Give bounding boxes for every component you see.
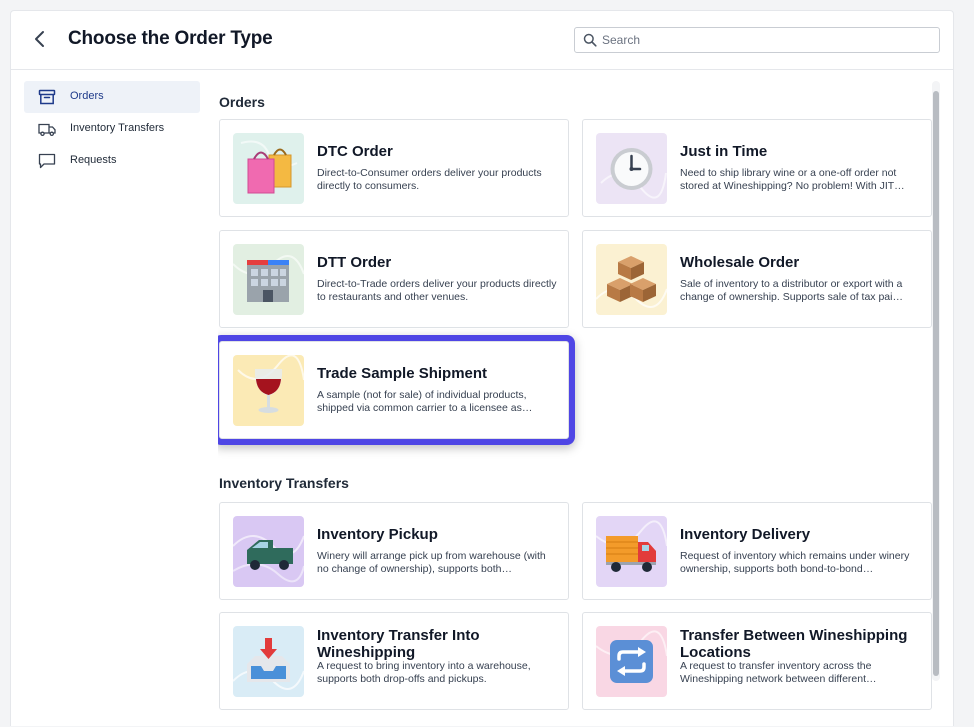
scrollbar-thumb[interactable] xyxy=(933,91,939,676)
chevron-left-icon xyxy=(35,31,44,47)
chat-bubble-icon xyxy=(38,153,56,169)
clock-icon xyxy=(596,133,667,204)
search-input[interactable] xyxy=(602,31,932,49)
sidebar-item-orders[interactable]: Orders xyxy=(24,81,200,113)
boxes-icon xyxy=(596,244,667,315)
card-description: A request to bring inventory into a ware… xyxy=(317,660,531,685)
shopping-bags-icon xyxy=(233,133,304,204)
card-thumbnail xyxy=(596,133,667,204)
card-thumbnail xyxy=(233,244,304,315)
back-button[interactable] xyxy=(29,28,51,50)
card-description: Direct-to-Trade orders deliver your prod… xyxy=(317,278,557,303)
card-title: Wholesale Order xyxy=(680,254,800,271)
card-description: Direct-to-Consumer orders deliver your p… xyxy=(317,167,542,192)
card-title: Transfer Between Wineshipping Locations xyxy=(680,627,908,661)
card-thumbnail xyxy=(233,355,304,426)
card-thumbnail xyxy=(233,626,304,697)
card-transfer-between-wineshipping-locations[interactable]: Transfer Between Wineshipping Locations … xyxy=(582,612,932,710)
truck-icon xyxy=(38,123,56,137)
header: Choose the Order Type xyxy=(11,11,953,70)
card-dtt-order[interactable]: DTT Order Direct-to-Trade orders deliver… xyxy=(219,230,569,328)
card-description: Sale of inventory to a distributor or ex… xyxy=(680,278,903,303)
card-thumbnail xyxy=(596,516,667,587)
page-title: Choose the Order Type xyxy=(68,28,273,49)
delivery-truck-icon xyxy=(596,516,667,587)
building-icon xyxy=(233,244,304,315)
card-title: Inventory Pickup xyxy=(317,526,438,543)
card-dtc-order[interactable]: DTC Order Direct-to-Consumer orders deli… xyxy=(219,119,569,217)
card-trade-sample-shipment[interactable]: Trade Sample Shipment A sample (not for … xyxy=(219,341,569,439)
card-title: Inventory Transfer Into Wineshipping xyxy=(317,627,480,661)
card-description: A request to transfer inventory across t… xyxy=(680,660,877,685)
section-title-orders: Orders xyxy=(219,94,265,110)
card-thumbnail xyxy=(596,244,667,315)
scrollbar[interactable] xyxy=(932,81,940,681)
card-inventory-delivery[interactable]: Inventory Delivery Request of inventory … xyxy=(582,502,932,600)
card-just-in-time[interactable]: Just in Time Need to ship library wine o… xyxy=(582,119,932,217)
repeat-arrows-icon xyxy=(596,626,667,697)
card-title: Inventory Delivery xyxy=(680,526,811,543)
search-icon xyxy=(583,33,597,47)
card-description: Need to ship library wine or a one-off o… xyxy=(680,167,905,192)
order-type-list: Orders DTC Order Direct-to-Consumer orde… xyxy=(218,81,934,727)
inbox-tray-icon xyxy=(233,626,304,697)
card-inventory-transfer-into-wineshipping[interactable]: Inventory Transfer Into Wineshipping A r… xyxy=(219,612,569,710)
sidebar-item-label: Orders xyxy=(70,90,104,102)
wine-glass-icon xyxy=(233,355,304,426)
card-description: A sample (not for sale) of individual pr… xyxy=(317,389,533,414)
card-inventory-pickup[interactable]: Inventory Pickup Winery will arrange pic… xyxy=(219,502,569,600)
card-description: Winery will arrange pick up from warehou… xyxy=(317,550,546,575)
card-title: DTT Order xyxy=(317,254,392,271)
card-thumbnail xyxy=(233,516,304,587)
card-title: DTC Order xyxy=(317,143,393,160)
archive-box-icon xyxy=(38,89,56,105)
card-thumbnail xyxy=(596,626,667,697)
sidebar-item-inventory-transfers[interactable]: Inventory Transfers xyxy=(24,113,200,145)
sidebar-item-label: Inventory Transfers xyxy=(70,122,165,134)
card-description: Request of inventory which remains under… xyxy=(680,550,910,575)
card-wholesale-order[interactable]: Wholesale Order Sale of inventory to a d… xyxy=(582,230,932,328)
sidebar-item-requests[interactable]: Requests xyxy=(24,145,200,177)
card-thumbnail xyxy=(233,133,304,204)
section-title-inventory-transfers: Inventory Transfers xyxy=(219,475,349,491)
dialog-window: Choose the Order Type Orders xyxy=(10,10,954,726)
card-title: Trade Sample Shipment xyxy=(317,365,488,382)
search-box[interactable] xyxy=(574,27,940,53)
sidebar-item-label: Requests xyxy=(70,154,117,166)
sidebar: Orders Inventory Transfers Requests xyxy=(24,81,200,177)
pickup-truck-icon xyxy=(233,516,304,587)
card-title: Just in Time xyxy=(680,143,768,160)
